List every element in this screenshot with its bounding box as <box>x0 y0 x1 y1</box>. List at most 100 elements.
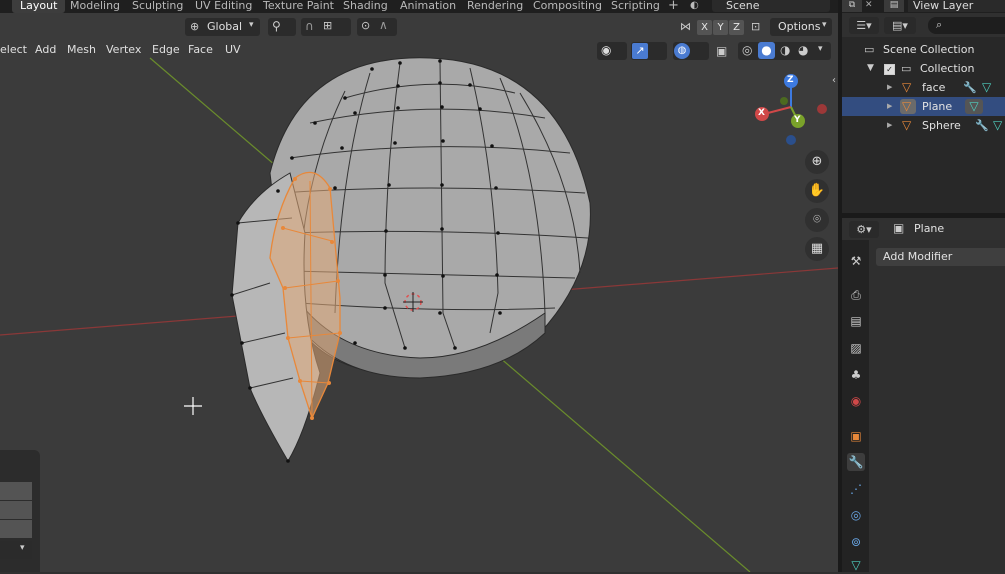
transform-orientation-label: Global <box>207 20 243 33</box>
scene-collection-label: Scene Collection <box>883 43 975 56</box>
expand-right-icon[interactable]: ▶ <box>887 116 892 135</box>
menu-mesh[interactable]: Mesh <box>67 43 96 56</box>
expand-down-icon[interactable]: ▼ <box>867 59 874 78</box>
object-tab-icon[interactable]: ▣ <box>847 427 865 445</box>
constraints-tab-icon[interactable]: ⊚ <box>847 533 865 551</box>
snap-dropdown[interactable]: ∩ ⊞ <box>301 18 351 36</box>
menu-uv[interactable]: UV <box>225 43 241 56</box>
tab-uv-editing[interactable]: UV Editing <box>187 0 260 13</box>
rendered-shading-icon[interactable]: ◕ <box>798 43 808 57</box>
scene-icon[interactable]: ◐ <box>690 0 708 12</box>
collection-icon: ▭ <box>864 43 875 56</box>
pivot-icon: ⚲ <box>272 19 281 33</box>
options-dropdown[interactable]: Options ▾ <box>770 18 832 36</box>
view-layer-selector[interactable]: View Layer <box>908 0 1005 12</box>
menu-select[interactable]: elect <box>0 43 27 56</box>
display-mode-icon[interactable]: ▤▾ <box>884 17 916 34</box>
output-tab-icon[interactable]: ▤ <box>847 312 865 330</box>
outliner-item-plane[interactable]: ▶ ▽ Plane ▽ <box>842 97 1005 116</box>
outliner-item-sphere[interactable]: ▶ ▽ Sphere 🔧 ▽ <box>842 116 1005 135</box>
operator-field-2[interactable] <box>0 501 32 519</box>
mirror-x-toggle[interactable]: X <box>697 20 712 35</box>
mirror-y-toggle[interactable]: Y <box>713 20 728 35</box>
snap-magnet-icon: ∩ <box>305 19 314 33</box>
last-operator-panel[interactable]: ▾ <box>0 450 40 572</box>
tab-modeling[interactable]: Modeling <box>62 0 128 13</box>
tab-compositing[interactable]: Compositing <box>525 0 610 13</box>
mesh-data-icon: ▽ <box>993 118 1003 132</box>
world-tab-icon[interactable]: ◉ <box>847 392 865 410</box>
render-tab-icon[interactable]: ⎙ <box>847 286 865 304</box>
perspective-grid-icon[interactable]: ▦ <box>805 237 829 261</box>
chevron-down-icon[interactable]: ▾ <box>818 44 823 54</box>
sidebar-toggle-icon[interactable]: ‹ <box>832 75 836 86</box>
mirror-z-toggle[interactable]: Z <box>729 20 744 35</box>
view-layer-label: View Layer <box>913 0 974 12</box>
tab-rendering[interactable]: Rendering <box>459 0 531 13</box>
proportional-icon: ⊙ <box>361 19 371 32</box>
tab-layout[interactable]: Layout <box>12 0 66 13</box>
physics-tab-icon[interactable]: ◎ <box>847 506 865 524</box>
editor-type-icon[interactable]: ⚙▾ <box>849 221 879 238</box>
menu-edge[interactable]: Edge <box>152 43 180 56</box>
outliner-search-input[interactable]: ⌕ <box>928 17 1005 34</box>
snap-increment-icon: ⊞ <box>323 19 333 32</box>
particles-tab-icon[interactable]: ⋰ <box>847 480 865 498</box>
expand-right-icon[interactable]: ▶ <box>887 78 892 97</box>
close-scene-icon[interactable]: ✕ <box>865 0 878 12</box>
menu-face[interactable]: Face <box>188 43 213 56</box>
mouse-crosshair <box>184 397 202 415</box>
scene-selector[interactable]: Scene <box>712 0 830 12</box>
overlay-icon: ◍ <box>674 43 690 59</box>
operator-field-1[interactable] <box>0 482 32 500</box>
shading-mode-group: ◎ ● ◑ ◕ ▾ <box>738 42 831 60</box>
proportional-editing[interactable]: ⊙ ∧ <box>357 18 397 36</box>
modifier-tab-icon[interactable]: 🔧 <box>847 453 865 471</box>
menu-vertex[interactable]: Vertex <box>106 43 141 56</box>
overlay-toggle[interactable]: ◍ <box>673 42 709 60</box>
scene-tab-icon[interactable]: ♣ <box>847 366 865 384</box>
pan-hand-icon[interactable]: ✋ <box>805 179 829 203</box>
auto-merge-icon[interactable]: ⊡ <box>751 20 760 33</box>
view-layer-icon[interactable]: ▤ <box>884 0 904 12</box>
3d-viewport[interactable]: Z X Y ⊕ Global ▾ ⚲ ∩ ⊞ ⊙ ∧ ⋈ X Y Z ⊡ Opt… <box>0 13 838 572</box>
mirror-icon[interactable]: ⋈ <box>680 20 691 33</box>
wrench-modifier-icon: 🔧 <box>963 81 977 94</box>
tab-animation[interactable]: Animation <box>392 0 464 13</box>
expand-right-icon[interactable]: ▶ <box>887 97 892 116</box>
tab-texture-paint[interactable]: Texture Paint <box>255 0 342 13</box>
collection-row[interactable]: ▼ ✓ ▭ Collection <box>842 59 1005 78</box>
material-shading-icon[interactable]: ◑ <box>780 43 790 57</box>
visibility-dropdown[interactable]: ◉ <box>597 42 627 60</box>
menu-add[interactable]: Add <box>35 43 56 56</box>
outliner-item-face[interactable]: ▶ ▽ face 🔧 ▽ <box>842 78 1005 97</box>
view-layer-tab-icon[interactable]: ▨ <box>847 339 865 357</box>
scene-collection-row[interactable]: ▭ Scene Collection <box>842 40 1005 59</box>
tab-sculpting[interactable]: Sculpting <box>124 0 191 13</box>
camera-view-icon[interactable]: ⌾ <box>805 208 829 232</box>
tab-scripting[interactable]: Scripting <box>603 0 668 13</box>
wireframe-shading-icon[interactable]: ◎ <box>742 43 752 57</box>
tab-shading[interactable]: Shading <box>335 0 396 13</box>
solid-shading-icon[interactable]: ● <box>758 42 775 59</box>
add-modifier-button[interactable]: Add Modifier <box>876 248 1005 266</box>
collection-checkbox[interactable]: ✓ <box>884 64 895 75</box>
add-workspace-button[interactable]: + <box>660 0 687 13</box>
xray-icon[interactable]: ▣ <box>716 44 727 58</box>
viewport-scene[interactable] <box>0 13 838 572</box>
object-name: face <box>922 81 946 94</box>
operator-field-3[interactable] <box>0 520 32 538</box>
pivot-point-dropdown[interactable]: ⚲ <box>268 18 296 36</box>
operator-dropdown[interactable]: ▾ <box>0 541 32 559</box>
scene-label: Scene <box>726 0 760 12</box>
gizmo-toggle[interactable]: ↗ <box>631 42 667 60</box>
properties-tabs: ⚒ ⎙ ▤ ▨ ♣ ◉ ▣ 🔧 ⋰ ◎ ⊚ ▽ <box>842 240 869 572</box>
tool-tab-icon[interactable]: ⚒ <box>847 252 865 270</box>
transform-orientation-dropdown[interactable]: ⊕ Global ▾ <box>185 18 260 36</box>
editor-type-icon[interactable]: ☰▾ <box>849 17 879 34</box>
mesh-data-tab-icon[interactable]: ▽ <box>847 556 865 574</box>
zoom-icon[interactable]: ⊕ <box>805 150 829 174</box>
viewport-header-tools: ⊕ Global ▾ ⚲ ∩ ⊞ ⊙ ∧ ⋈ X Y Z ⊡ Options ▾ <box>0 16 838 38</box>
new-scene-icon[interactable]: ⧉ <box>842 0 862 12</box>
view-layer-bar: ⧉ ✕ ▤ View Layer <box>842 0 1005 13</box>
